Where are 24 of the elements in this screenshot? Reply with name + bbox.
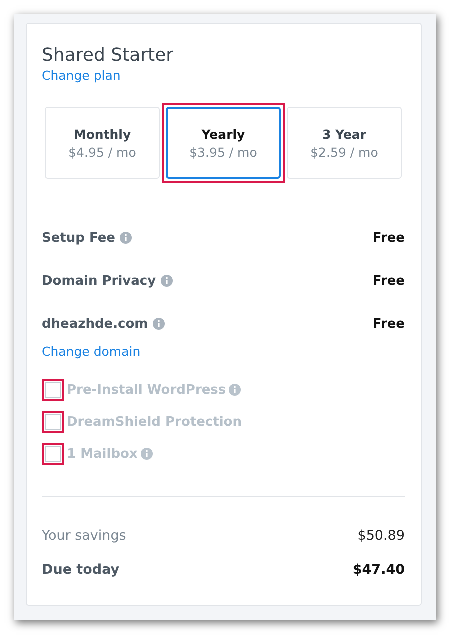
total-label: Your savings xyxy=(42,528,126,544)
info-icon[interactable] xyxy=(153,318,166,330)
total-value: $50.89 xyxy=(358,528,405,544)
plan-title: Shared Starter xyxy=(42,44,175,68)
billing-option[interactable]: Monthly $4.95 / mo xyxy=(45,107,160,179)
addon-label: DreamShield Protection xyxy=(67,414,242,430)
info-icon[interactable] xyxy=(161,275,174,287)
billing-option[interactable]: Yearly $3.95 / mo xyxy=(166,107,281,179)
fee-label: Domain Privacy xyxy=(42,274,156,288)
total-value: $47.40 xyxy=(352,562,405,578)
fee-label: dheazhde.com xyxy=(42,316,148,332)
billing-option[interactable]: 3 Year $2.59 / mo xyxy=(287,107,402,179)
fee-value: Free xyxy=(372,274,405,288)
addon-label: Pre-Install WordPress xyxy=(67,382,226,398)
change-plan-link[interactable]: Change plan xyxy=(42,68,121,83)
total-label: Due today xyxy=(42,562,120,578)
fee-value: Free xyxy=(372,316,405,332)
info-icon[interactable] xyxy=(229,384,242,396)
fee-label: Setup Fee xyxy=(42,230,116,246)
fee-value: Free xyxy=(372,230,405,246)
info-icon[interactable] xyxy=(140,448,153,460)
info-icon[interactable] xyxy=(120,232,132,244)
change-domain-link[interactable]: Change domain xyxy=(42,344,141,359)
addon-label: 1 Mailbox xyxy=(67,446,138,462)
